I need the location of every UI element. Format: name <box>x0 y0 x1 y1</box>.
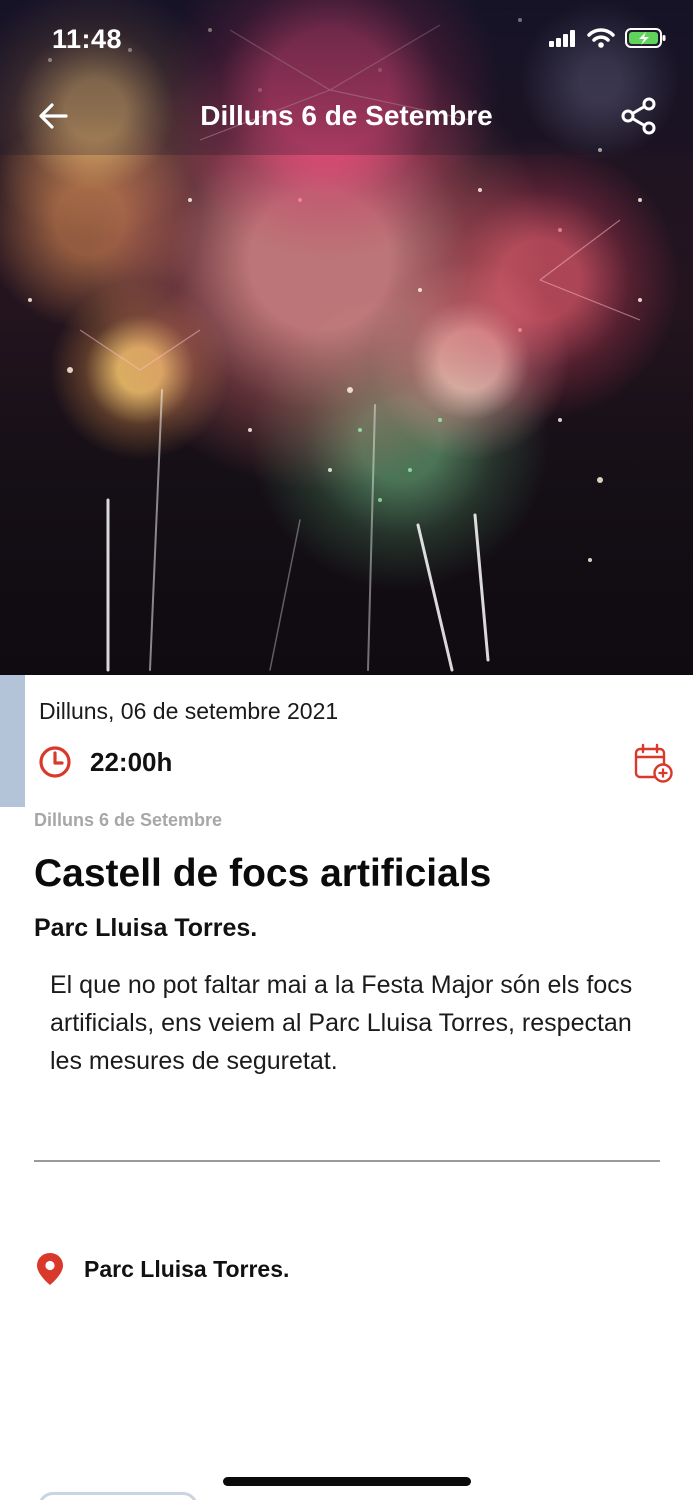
status-time: 11:48 <box>52 24 123 54</box>
location-label: Parc Lluisa Torres. <box>84 1255 290 1282</box>
bottom-tab-button[interactable] <box>38 1492 198 1500</box>
content-divider <box>34 1160 660 1162</box>
event-time: 22:00h <box>90 746 173 777</box>
home-indicator[interactable] <box>223 1477 471 1486</box>
cellular-signal-icon <box>549 30 575 47</box>
share-icon[interactable] <box>619 96 659 136</box>
map-pin-icon <box>37 1253 63 1285</box>
event-day-heading: Dilluns 6 de Setembre <box>34 810 223 830</box>
event-title: Castell de focs artificials <box>34 852 492 895</box>
battery-charging-icon <box>625 28 666 48</box>
status-icons <box>549 27 667 49</box>
date-accent-bar <box>0 675 25 807</box>
clock-icon <box>39 746 71 778</box>
event-date: Dilluns, 06 de setembre 2021 <box>39 698 339 724</box>
event-venue: Parc Lluisa Torres. <box>34 914 258 942</box>
page-title: Dilluns 6 de Setembre <box>200 100 493 131</box>
event-description: El que no pot faltar mai a la Festa Majo… <box>50 971 633 1075</box>
calendar-add-icon[interactable] <box>634 743 674 783</box>
event-time-row: 22:00h <box>38 745 172 779</box>
location-row[interactable]: Parc Lluisa Torres. <box>36 1252 289 1286</box>
bottom-decor-gradient <box>0 1300 693 1500</box>
wifi-icon <box>587 28 615 48</box>
